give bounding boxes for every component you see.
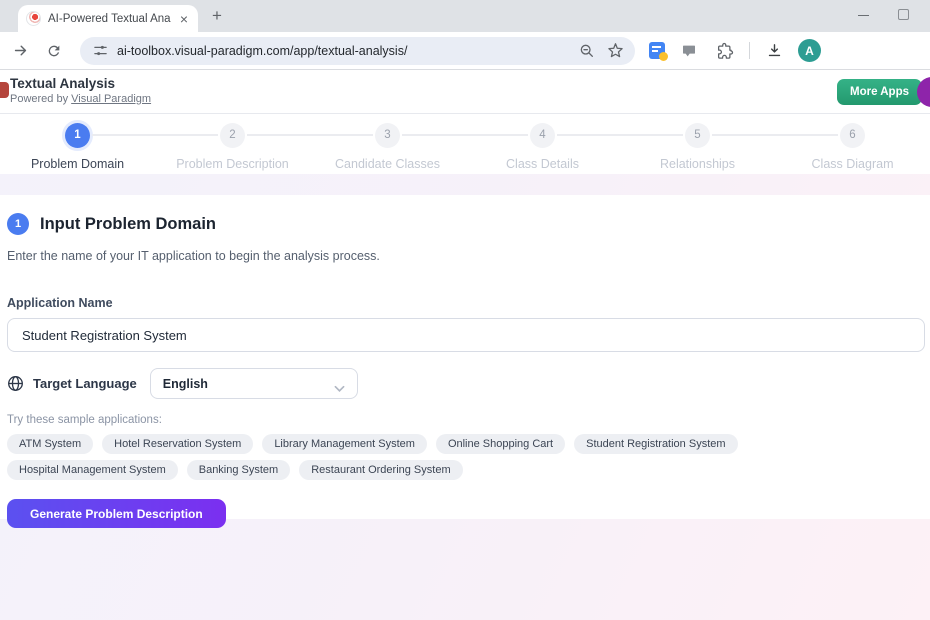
new-tab-button[interactable]: + [205, 4, 229, 28]
sample-chips: ATM System Hotel Reservation System Librar… [7, 434, 837, 480]
samples-label: Try these sample applications: [7, 414, 924, 426]
main-content: 1 Input Problem Domain Enter the name of… [0, 195, 930, 519]
site-info-icon[interactable] [92, 39, 108, 63]
generate-problem-description-button[interactable]: Generate Problem Description [7, 499, 226, 528]
application-name-input[interactable] [7, 318, 925, 352]
sample-chip[interactable]: Hospital Management System [7, 460, 178, 480]
sample-chip[interactable]: Student Registration System [574, 434, 737, 454]
window-maximize-button[interactable] [898, 9, 909, 20]
page-subtitle: Enter the name of your IT application to… [7, 249, 924, 263]
step-label: Class Diagram [812, 157, 894, 171]
sample-chip[interactable]: Online Shopping Cart [436, 434, 565, 454]
application-name-label: Application Name [7, 296, 924, 310]
stepper-step[interactable]: 2 Problem Description [155, 122, 310, 174]
app-title: Textual Analysis [10, 76, 115, 91]
step-label: Problem Description [176, 157, 289, 171]
sample-chip[interactable]: Hotel Reservation System [102, 434, 253, 454]
page-title: Input Problem Domain [40, 215, 216, 234]
sample-chip[interactable]: Restaurant Ordering System [299, 460, 462, 480]
target-language-value: English [163, 377, 208, 391]
step-label: Candidate Classes [335, 157, 440, 171]
browser-tab[interactable]: AI-Powered Textual Analysis for × [18, 5, 198, 32]
downloads-icon[interactable] [762, 39, 786, 63]
tab-close-icon[interactable]: × [178, 12, 190, 26]
extensions-puzzle-icon[interactable] [713, 39, 737, 63]
sample-chip[interactable]: ATM System [7, 434, 93, 454]
app-logo-icon [0, 82, 9, 98]
bookmark-star-icon[interactable] [605, 39, 625, 63]
target-language-label: Target Language [33, 376, 137, 391]
step-number: 5 [685, 123, 710, 148]
step-badge: 1 [7, 213, 29, 235]
url-bar[interactable]: ai-toolbox.visual-paradigm.com/app/textu… [80, 37, 635, 65]
site-favicon-icon [26, 11, 41, 26]
window-minimize-button[interactable] [858, 15, 869, 16]
stepper: 1 Problem Domain 2 Problem Description 3 Cand… [0, 114, 930, 174]
tab-title: AI-Powered Textual Analysis for [48, 13, 171, 25]
step-number: 4 [530, 123, 555, 148]
powered-by-text: Powered by [10, 93, 71, 105]
toolbar-divider [749, 42, 750, 59]
translate-extension-icon[interactable] [649, 42, 665, 59]
sample-chip[interactable]: Library Management System [262, 434, 427, 454]
chevron-down-icon [334, 380, 345, 398]
globe-icon [7, 375, 24, 392]
step-number: 3 [375, 123, 400, 148]
stepper-step[interactable]: 4 Class Details [465, 122, 620, 174]
forward-icon[interactable] [8, 39, 32, 63]
stepper-step[interactable]: 6 Class Diagram [775, 122, 930, 174]
browser-toolbar: ai-toolbox.visual-paradigm.com/app/textu… [0, 32, 930, 70]
url-text[interactable]: ai-toolbox.visual-paradigm.com/app/textu… [117, 44, 569, 58]
stepper-step[interactable]: 1 Problem Domain [0, 122, 155, 174]
powered-by: Powered by Visual Paradigm [10, 93, 151, 105]
sample-chip[interactable]: Banking System [187, 460, 290, 480]
profile-avatar[interactable]: A [798, 39, 821, 62]
flag-extension-icon[interactable] [677, 39, 701, 63]
target-language-select[interactable]: English [150, 368, 358, 399]
step-number: 1 [65, 123, 90, 148]
reload-icon[interactable] [42, 39, 66, 63]
stepper-step[interactable]: 3 Candidate Classes [310, 122, 465, 174]
app-header: Textual Analysis Powered by Visual Parad… [0, 70, 930, 114]
step-label: Relationships [660, 157, 735, 171]
zoom-out-icon[interactable] [578, 39, 596, 63]
stepper-step[interactable]: 5 Relationships [620, 122, 775, 174]
tab-strip: AI-Powered Textual Analysis for × + [0, 0, 930, 32]
visual-paradigm-link[interactable]: Visual Paradigm [71, 93, 151, 105]
step-number: 6 [840, 123, 865, 148]
step-number: 2 [220, 123, 245, 148]
more-apps-button[interactable]: More Apps [837, 79, 922, 105]
step-label: Class Details [506, 157, 579, 171]
step-label: Problem Domain [31, 157, 124, 171]
